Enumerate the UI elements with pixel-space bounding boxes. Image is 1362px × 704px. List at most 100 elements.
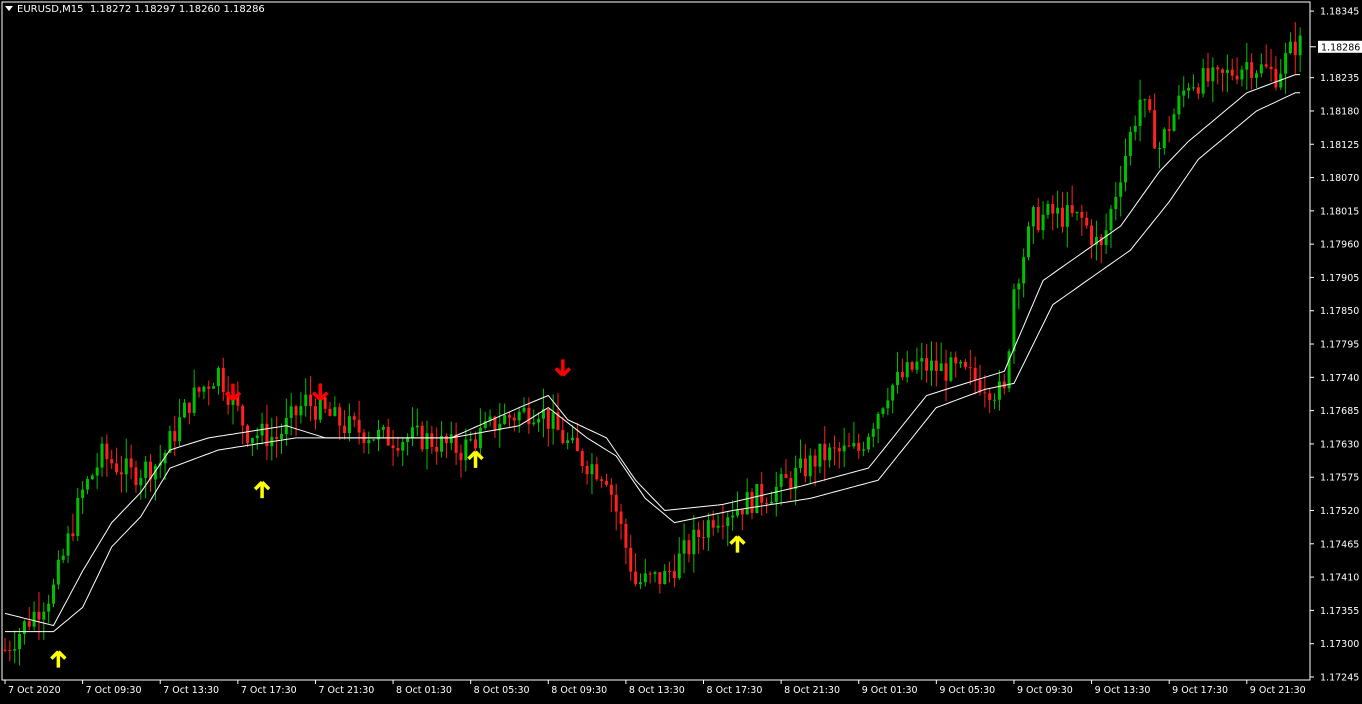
candle-body bbox=[1221, 69, 1225, 73]
price-chart[interactable]: 1.18345 1.18235 1.18180 1.18125 1.18070 1.180… bbox=[0, 0, 1362, 700]
chart-header: EURUSD,M15 1.18272 1.18297 1.18260 1.182… bbox=[5, 4, 265, 15]
candle-body bbox=[973, 367, 977, 381]
candle-body bbox=[1027, 226, 1031, 258]
candle-body bbox=[1201, 68, 1205, 94]
candle-body bbox=[1085, 217, 1089, 226]
candle-body bbox=[794, 467, 798, 489]
candle-body bbox=[85, 479, 89, 490]
y-tick-label: 1.18070 bbox=[1320, 173, 1359, 184]
candle-body bbox=[313, 406, 317, 420]
candle-body bbox=[837, 448, 841, 452]
candle-body bbox=[1143, 99, 1147, 101]
candle-body bbox=[818, 443, 822, 467]
candle-body bbox=[1075, 211, 1079, 214]
menu-triangle-icon[interactable] bbox=[5, 6, 13, 11]
candle-body bbox=[750, 492, 754, 514]
candle-body bbox=[571, 437, 575, 441]
candle-body bbox=[983, 392, 987, 394]
candle-body bbox=[255, 435, 259, 439]
symbol-label: EURUSD,M15 bbox=[17, 4, 84, 15]
candle-body bbox=[1250, 62, 1254, 78]
y-tick-label: 1.17520 bbox=[1320, 506, 1359, 517]
candle-body bbox=[546, 408, 550, 429]
candle-body bbox=[765, 502, 769, 504]
candle-body bbox=[760, 484, 764, 503]
lower-band-line bbox=[5, 92, 1301, 633]
candle-body bbox=[1167, 129, 1171, 131]
candle-body bbox=[299, 406, 303, 416]
candle-body bbox=[929, 360, 933, 371]
x-tick-label: 7 Oct 17:30 bbox=[241, 685, 297, 696]
candle-body bbox=[66, 533, 70, 556]
candle-body bbox=[537, 418, 541, 423]
candle-body bbox=[1182, 90, 1186, 96]
candle-body bbox=[1264, 64, 1268, 67]
candle-body bbox=[1284, 53, 1288, 74]
candle-body bbox=[192, 387, 196, 413]
candle-body bbox=[910, 362, 914, 370]
candle-body bbox=[595, 464, 599, 480]
candle-body bbox=[1162, 129, 1166, 149]
candle-body bbox=[944, 363, 948, 381]
candle-body bbox=[1104, 230, 1108, 245]
candle-body bbox=[1172, 114, 1176, 131]
candle-body bbox=[13, 649, 17, 651]
candle-body bbox=[124, 458, 128, 475]
candle-body bbox=[1157, 148, 1161, 150]
candle-body bbox=[1225, 69, 1229, 73]
y-tick-label: 1.17740 bbox=[1320, 373, 1359, 384]
candle-body bbox=[823, 443, 827, 461]
candle-body bbox=[18, 634, 22, 650]
candle-body bbox=[993, 399, 997, 401]
candle-body bbox=[386, 426, 390, 446]
candle-body bbox=[813, 455, 817, 467]
y-tick-label: 1.17795 bbox=[1320, 340, 1359, 351]
candle-body bbox=[604, 480, 608, 485]
x-tick-label: 7 Oct 21:30 bbox=[318, 685, 374, 696]
candle-body bbox=[1274, 69, 1278, 88]
candle-body bbox=[832, 447, 836, 449]
y-tick-label: 1.17685 bbox=[1320, 406, 1359, 417]
candle-body bbox=[517, 411, 521, 421]
candle-body bbox=[241, 405, 245, 426]
candle-body bbox=[900, 372, 904, 378]
candle-body bbox=[634, 571, 638, 585]
candle-body bbox=[1065, 205, 1069, 227]
candle-body bbox=[677, 553, 681, 579]
candle-body bbox=[8, 649, 12, 651]
y-tick-label: 1.17410 bbox=[1320, 573, 1359, 584]
candle-body bbox=[1124, 155, 1128, 183]
candle-body bbox=[784, 474, 788, 478]
chart-window[interactable]: EURUSD,M15 1.18272 1.18297 1.18260 1.182… bbox=[0, 0, 1362, 700]
candle-body bbox=[954, 357, 958, 364]
candle-body bbox=[997, 381, 1001, 400]
candle-body bbox=[716, 525, 720, 528]
candle-body bbox=[915, 361, 919, 370]
candle-body bbox=[406, 438, 410, 443]
candle-body bbox=[1017, 283, 1021, 290]
x-tick-label: 9 Oct 13:30 bbox=[1095, 685, 1151, 696]
candle-body bbox=[1056, 207, 1060, 214]
upper-band-line bbox=[4, 74, 1301, 627]
x-tick-label: 9 Oct 17:30 bbox=[1172, 685, 1228, 696]
y-tick-label: 1.18015 bbox=[1320, 206, 1359, 217]
candle-body bbox=[61, 555, 65, 560]
candle-body bbox=[1206, 68, 1210, 82]
candle-body bbox=[774, 486, 778, 502]
candle-body bbox=[304, 394, 308, 407]
candle-body bbox=[1153, 110, 1157, 149]
candle-body bbox=[624, 523, 628, 548]
candle-body bbox=[425, 433, 429, 450]
candle-body bbox=[444, 436, 448, 444]
y-tick-label: 1.17905 bbox=[1320, 273, 1359, 284]
ohlc-values: 1.18272 1.18297 1.18260 1.18286 bbox=[89, 4, 265, 15]
sell-arrow-icon bbox=[554, 359, 572, 377]
candle-body bbox=[1245, 62, 1249, 70]
candle-body bbox=[799, 458, 803, 468]
candle-body bbox=[474, 439, 478, 449]
candle-body bbox=[828, 447, 832, 461]
x-tick-label: 9 Oct 09:30 bbox=[1017, 685, 1073, 696]
candle-body bbox=[1109, 209, 1113, 231]
y-tick-label: 1.17245 bbox=[1320, 672, 1359, 683]
candle-body bbox=[959, 361, 963, 364]
